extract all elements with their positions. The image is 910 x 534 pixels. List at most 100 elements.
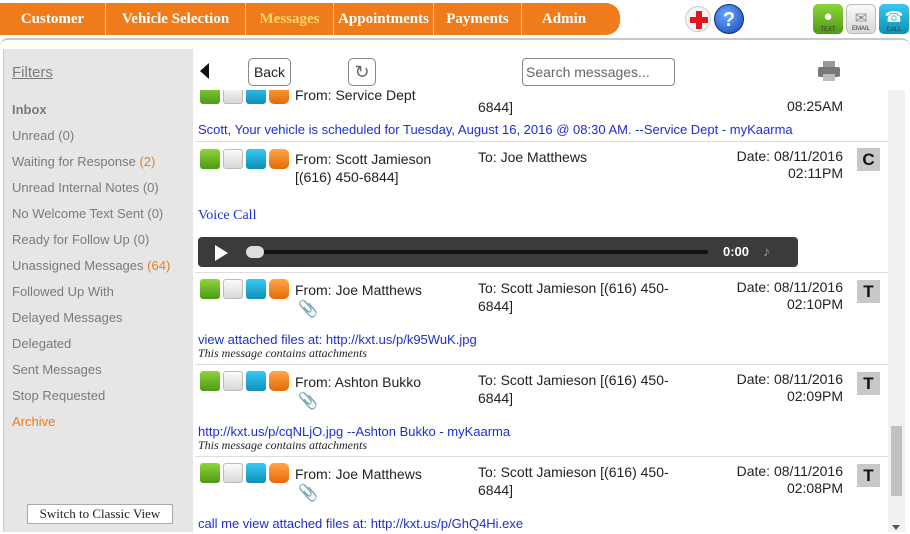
filter-waiting-for-response[interactable]: Waiting for Response (2): [12, 154, 155, 169]
message-body[interactable]: Scott, Your vehicle is scheduled for Tue…: [198, 122, 793, 137]
message-type-badge: T: [857, 372, 880, 395]
tab-appointments[interactable]: Appointments: [334, 3, 434, 35]
message-to: To: Scott Jamieson [(616) 450- 6844]: [478, 280, 669, 314]
search-input[interactable]: [522, 58, 675, 86]
message-from: From: Joe Matthews: [295, 282, 422, 298]
refresh-icon[interactable]: ↻: [348, 58, 376, 86]
play-icon[interactable]: [215, 245, 228, 261]
red-cross-icon[interactable]: [685, 6, 711, 32]
tab-messages[interactable]: Messages: [246, 3, 334, 35]
message-type-badge: T: [857, 280, 880, 303]
filter-stop-requested[interactable]: Stop Requested: [12, 388, 105, 403]
filter-archive[interactable]: Archive: [12, 414, 55, 429]
filter-inbox[interactable]: Inbox: [12, 102, 47, 117]
message-date: Date: 08/11/2016 02:08PM: [736, 463, 843, 496]
email-icon[interactable]: [223, 279, 243, 299]
email-icon[interactable]: [223, 463, 243, 483]
audio-progress-knob[interactable]: [246, 246, 264, 258]
message-body[interactable]: view attached files at: http://kxt.us/p/…: [198, 332, 477, 347]
message-row[interactable]: From: Service Dept 6844] 08:25AM Scott, …: [195, 90, 888, 142]
message-body[interactable]: Voice Call: [198, 208, 256, 224]
filter-followed-up-with[interactable]: Followed Up With: [12, 284, 114, 299]
message-type-badge: T: [857, 464, 880, 487]
note-icon[interactable]: [269, 371, 289, 391]
filter-no-welcome-text-sent[interactable]: No Welcome Text Sent (0): [12, 206, 163, 221]
help-icon[interactable]: ?: [714, 4, 744, 34]
message-list-scrollbar[interactable]: [888, 90, 905, 532]
attachment-note: This message contains attachments: [198, 438, 367, 452]
message-date: Date: 08/11/2016 02:11PM: [736, 148, 843, 181]
message-to: To: Joe Matthews: [478, 149, 587, 165]
audio-progress-track[interactable]: [248, 250, 708, 254]
channel-icons: [200, 149, 289, 169]
text-icon-label: TEXT: [820, 27, 836, 33]
filter-delegated[interactable]: Delegated: [12, 336, 71, 351]
email-icon[interactable]: [223, 90, 243, 104]
call-icon-label: CALL: [886, 27, 902, 33]
phone-icon[interactable]: [246, 463, 266, 483]
text-message-icon[interactable]: ● TEXT: [813, 4, 843, 34]
phone-icon[interactable]: [246, 279, 266, 299]
note-icon[interactable]: [269, 90, 289, 104]
message-from: From: Service Dept: [295, 90, 416, 103]
phone-call-icon[interactable]: ☎ CALL: [879, 4, 909, 34]
tab-vehicle-selection[interactable]: Vehicle Selection: [106, 3, 246, 35]
message-to: To: Scott Jamieson [(616) 450- 6844]: [478, 372, 669, 406]
text-icon[interactable]: [200, 463, 220, 483]
message-to: To: Scott Jamieson [(616) 450- 6844]: [478, 464, 669, 498]
message-date: Date: 08/11/2016 02:09PM: [736, 371, 843, 404]
collapse-arrow-icon[interactable]: [200, 63, 209, 79]
attachment-clip-icon[interactable]: 📎: [298, 299, 318, 319]
note-icon[interactable]: [269, 149, 289, 169]
message-type-badge: C: [857, 148, 880, 171]
text-icon[interactable]: [200, 149, 220, 169]
message-row[interactable]: From: Joe Matthews 📎 To: Scott Jamieson …: [195, 275, 888, 365]
note-icon[interactable]: [269, 463, 289, 483]
attachment-note: This message contains attachments: [198, 346, 367, 360]
text-icon[interactable]: [200, 90, 220, 104]
email-icon[interactable]: ✉ EMAIL: [846, 4, 876, 34]
filters-title[interactable]: Filters: [12, 64, 53, 81]
tab-customer[interactable]: Customer: [0, 3, 106, 35]
tab-payments[interactable]: Payments: [434, 3, 522, 35]
text-icon[interactable]: [200, 279, 220, 299]
email-icon[interactable]: [223, 149, 243, 169]
message-time: 08:25AM: [786, 98, 843, 114]
filter-ready-for-follow-up[interactable]: Ready for Follow Up (0): [12, 232, 149, 247]
app-window: Customer Vehicle Selection Messages Appo…: [0, 0, 910, 534]
message-list: From: Service Dept 6844] 08:25AM Scott, …: [195, 90, 888, 532]
message-row[interactable]: From: Joe Matthews 📎 To: Scott Jamieson …: [195, 459, 888, 532]
text-icon[interactable]: [200, 371, 220, 391]
switch-to-classic-view-button[interactable]: Switch to Classic View: [27, 504, 173, 524]
message-body[interactable]: call me view attached files at: http://k…: [198, 516, 523, 531]
filter-unassigned-messages[interactable]: Unassigned Messages (64): [12, 258, 170, 273]
back-button[interactable]: Back: [248, 58, 291, 86]
message-row[interactable]: From: Scott Jamieson [(616) 450-6844] To:…: [195, 143, 888, 273]
filter-unread[interactable]: Unread (0): [12, 128, 74, 143]
filter-delayed-messages[interactable]: Delayed Messages: [12, 310, 123, 325]
message-from: From: Scott Jamieson [(616) 450-6844]: [295, 151, 432, 185]
scroll-down-arrow-icon[interactable]: [892, 525, 900, 530]
mute-icon[interactable]: ♪: [763, 243, 770, 259]
message-from: From: Joe Matthews: [295, 466, 422, 482]
note-icon[interactable]: [269, 279, 289, 299]
message-body[interactable]: http://kxt.us/p/cqNLjO.jpg --Ashton Bukk…: [198, 424, 510, 439]
filter-unread-internal-notes[interactable]: Unread Internal Notes (0): [12, 180, 159, 195]
attachment-clip-icon[interactable]: 📎: [298, 483, 318, 503]
email-icon[interactable]: [223, 371, 243, 391]
channel-icons: [200, 279, 289, 299]
print-icon[interactable]: [818, 61, 840, 81]
channel-icons: [200, 371, 289, 391]
attachment-clip-icon[interactable]: 📎: [298, 391, 318, 411]
message-row[interactable]: From: Ashton Bukko 📎 To: Scott Jamieson …: [195, 367, 888, 457]
message-date: Date: 08/11/2016 02:10PM: [736, 279, 843, 312]
phone-icon[interactable]: [246, 149, 266, 169]
filter-sent-messages[interactable]: Sent Messages: [12, 362, 102, 377]
channel-icons: [200, 463, 289, 483]
scrollbar-thumb[interactable]: [891, 426, 902, 496]
message-from: From: Ashton Bukko: [295, 374, 422, 390]
phone-icon[interactable]: [246, 90, 266, 104]
channel-icons: [200, 90, 289, 104]
tab-admin[interactable]: Admin: [522, 3, 606, 35]
phone-icon[interactable]: [246, 371, 266, 391]
